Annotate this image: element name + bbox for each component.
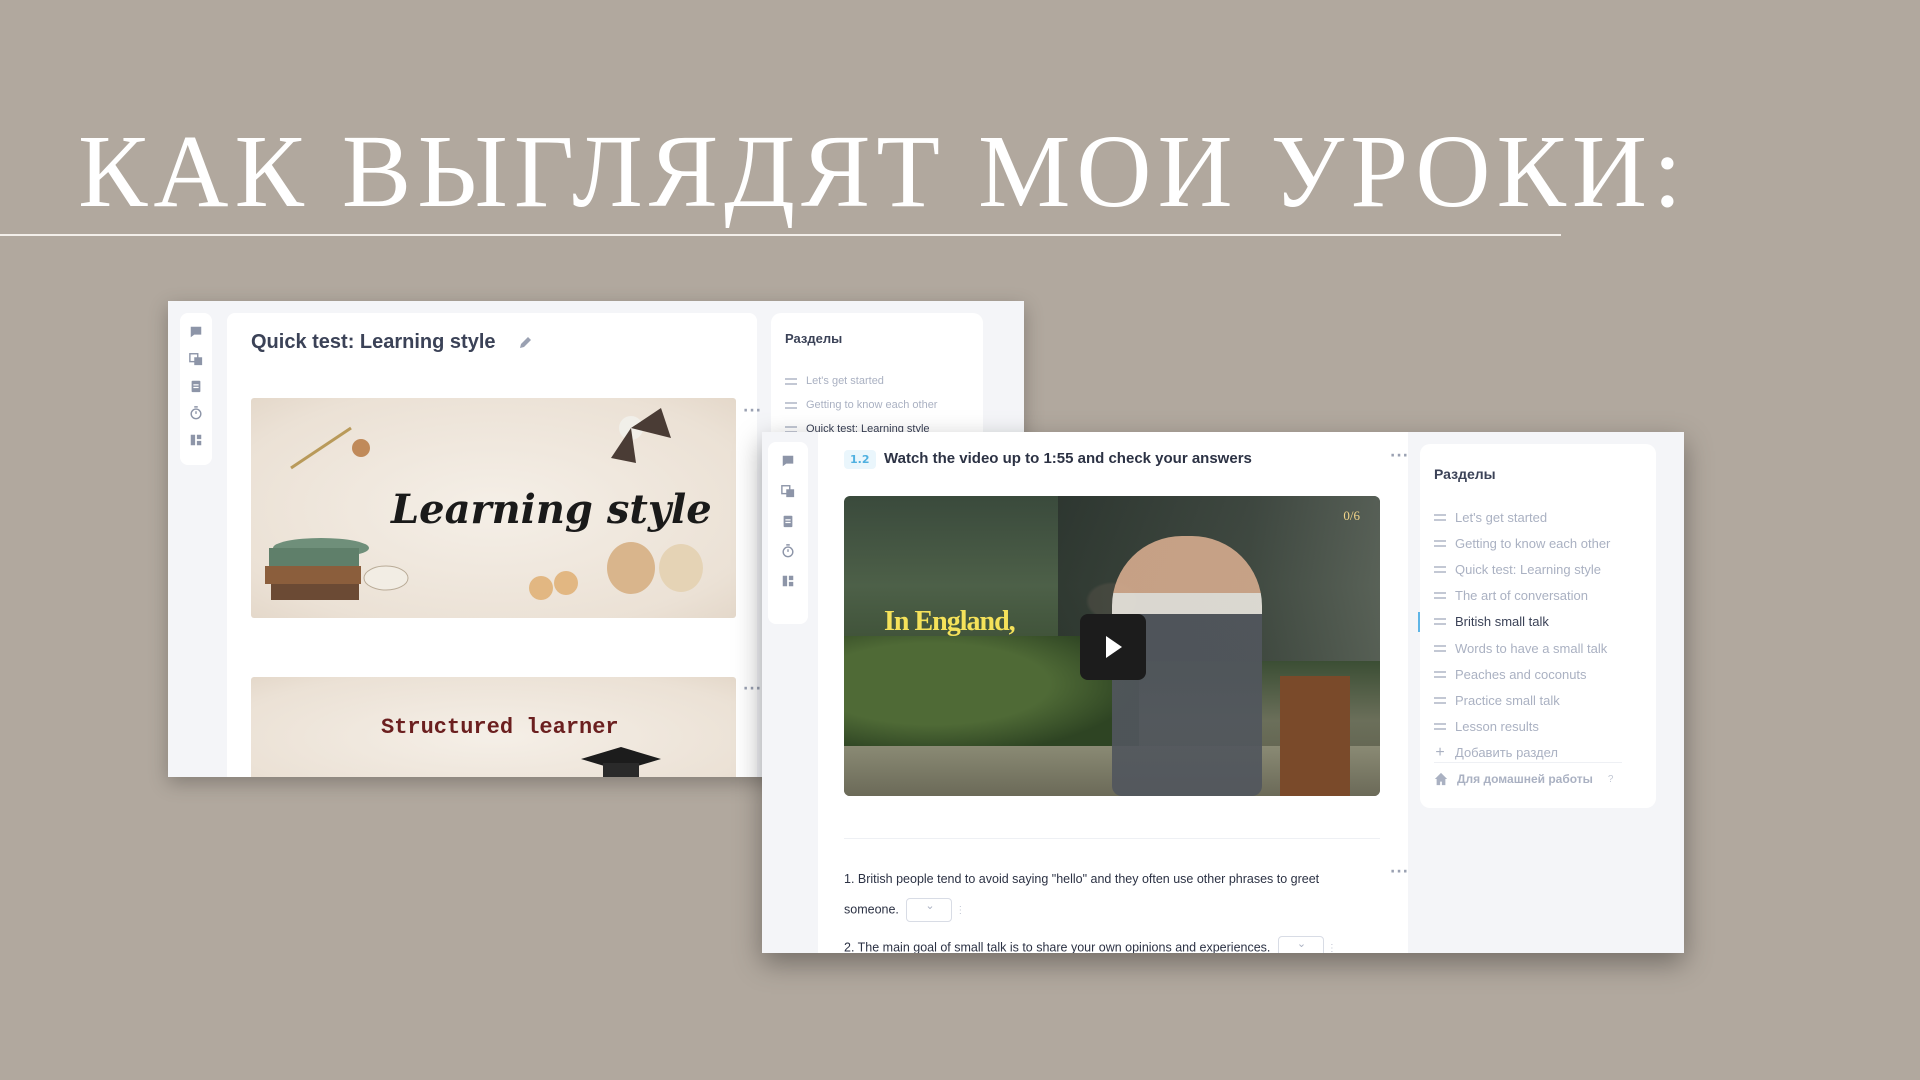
structured-learner-banner: Structured learner <box>251 677 736 777</box>
section-label: Let's get started <box>1455 509 1548 525</box>
section-label: Quick test: Learning style <box>1455 561 1601 577</box>
drag-handle-icon[interactable]: ⋮ <box>1327 943 1337 954</box>
section-label: Words to have a small talk <box>1455 640 1608 656</box>
section-item-active[interactable]: British small talk <box>1417 609 1610 635</box>
tool-rail <box>768 442 808 624</box>
section-label: Getting to know each other <box>806 399 938 411</box>
section-item[interactable]: Practice small talk <box>1434 687 1610 713</box>
timer-icon[interactable] <box>189 406 203 420</box>
lesson-screenshot-2: 1.2 Watch the video up to 1:55 and check… <box>762 432 1684 953</box>
home-icon <box>1434 772 1448 786</box>
layout-icon[interactable] <box>189 433 203 447</box>
section-item[interactable]: Let's get started <box>1434 504 1610 530</box>
drag-handle-icon[interactable] <box>1434 696 1446 704</box>
task-number-badge: 1.2 <box>844 450 876 469</box>
question-2: 2. The main goal of small talk is to sha… <box>844 936 1337 953</box>
video-frame <box>1280 676 1350 796</box>
clipboard-icon[interactable] <box>781 514 795 528</box>
sections-title: Разделы <box>1434 466 1496 482</box>
drag-handle-icon[interactable] <box>1434 670 1446 678</box>
more-icon[interactable]: ··· <box>1390 448 1409 464</box>
homework-section[interactable]: Для домашней работы ? <box>1434 772 1613 786</box>
layout-icon[interactable] <box>781 574 795 588</box>
drag-handle-icon[interactable] <box>1434 618 1446 626</box>
drag-handle-icon[interactable] <box>1434 513 1446 521</box>
drag-handle-icon[interactable] <box>1434 723 1446 731</box>
banner-title: Structured learner <box>381 715 619 740</box>
add-section-label: Добавить раздел <box>1455 745 1559 761</box>
task-title: Watch the video up to 1:55 and check you… <box>884 450 1252 467</box>
page-headline: Как выглядят мои уроки: <box>78 114 1688 229</box>
section-item[interactable]: Words to have a small talk <box>1434 635 1610 661</box>
section-label: Lesson results <box>1455 719 1539 735</box>
homework-label: Для домашней работы <box>1457 772 1593 786</box>
divider <box>1434 762 1622 763</box>
more-icon[interactable]: ··· <box>743 681 762 697</box>
question-1-answer-row: someone. ⋮ <box>844 898 965 922</box>
answer-dropdown[interactable] <box>906 898 953 922</box>
section-item[interactable]: Getting to know each other <box>1434 530 1610 556</box>
video-counter: 0/6 <box>1343 508 1360 523</box>
question-text: someone. <box>844 902 899 917</box>
sections-list: Let's get started Getting to know each o… <box>785 369 937 441</box>
task-card: 1.2 Watch the video up to 1:55 and check… <box>818 432 1408 953</box>
sections-title: Разделы <box>785 331 843 346</box>
lesson-content-card: Quick test: Learning style Learning styl… <box>227 313 761 777</box>
sections-panel: Разделы Let's get started Getting to kno… <box>1417 444 1656 808</box>
pencil-icon[interactable] <box>517 335 533 351</box>
more-icon[interactable]: ··· <box>743 403 762 419</box>
more-icon[interactable]: ··· <box>1390 864 1409 880</box>
drag-handle-icon[interactable] <box>1434 592 1446 600</box>
headline-divider <box>0 234 1561 236</box>
section-item[interactable]: Let's get started <box>785 369 937 393</box>
section-label: Let's get started <box>806 375 884 387</box>
graduation-cap-icon <box>581 747 661 777</box>
drag-handle-icon[interactable] <box>785 401 797 409</box>
timer-icon[interactable] <box>781 544 795 558</box>
tool-rail <box>180 313 212 465</box>
translate-icon[interactable] <box>189 352 203 366</box>
plus-icon: + <box>1435 743 1445 761</box>
section-item[interactable]: The art of conversation <box>1434 583 1610 609</box>
lesson-title: Quick test: Learning style <box>251 331 496 353</box>
drag-handle-icon[interactable] <box>1434 565 1446 573</box>
section-item[interactable]: Quick test: Learning style <box>1434 556 1610 582</box>
section-label: The art of conversation <box>1455 588 1588 604</box>
decorative-illustration <box>265 408 703 600</box>
learning-style-banner: Learning style <box>251 398 736 618</box>
chat-icon[interactable] <box>781 454 795 468</box>
drag-handle-icon[interactable] <box>1434 644 1446 652</box>
video-subtitle: In England, <box>884 606 1016 637</box>
question-text: 2. The main goal of small talk is to sha… <box>844 940 1271 953</box>
drag-handle-icon[interactable] <box>1434 539 1446 547</box>
translate-icon[interactable] <box>781 484 795 498</box>
divider <box>844 838 1380 839</box>
video-player[interactable]: 0/6 In England, <box>844 496 1380 796</box>
section-item[interactable]: Lesson results <box>1434 714 1610 740</box>
sections-list: Let's get started Getting to know each o… <box>1417 504 1610 766</box>
chat-icon[interactable] <box>189 325 203 339</box>
question-1: 1. British people tend to avoid saying "… <box>844 872 1319 886</box>
help-icon[interactable]: ? <box>1608 774 1614 785</box>
section-label: Peaches and coconuts <box>1455 666 1587 682</box>
section-item[interactable]: Getting to know each other <box>785 393 937 417</box>
section-item[interactable]: Peaches and coconuts <box>1434 661 1610 687</box>
answer-dropdown[interactable] <box>1277 936 1324 953</box>
play-icon[interactable] <box>1080 614 1146 680</box>
section-label: Getting to know each other <box>1455 535 1611 551</box>
drag-handle-icon[interactable] <box>785 377 797 385</box>
section-label: British small talk <box>1455 614 1549 630</box>
section-label: Practice small talk <box>1455 692 1560 708</box>
question-text: 1. British people tend to avoid saying "… <box>844 872 1320 886</box>
drag-handle-icon[interactable]: ⋮ <box>955 905 965 916</box>
clipboard-icon[interactable] <box>189 379 203 393</box>
